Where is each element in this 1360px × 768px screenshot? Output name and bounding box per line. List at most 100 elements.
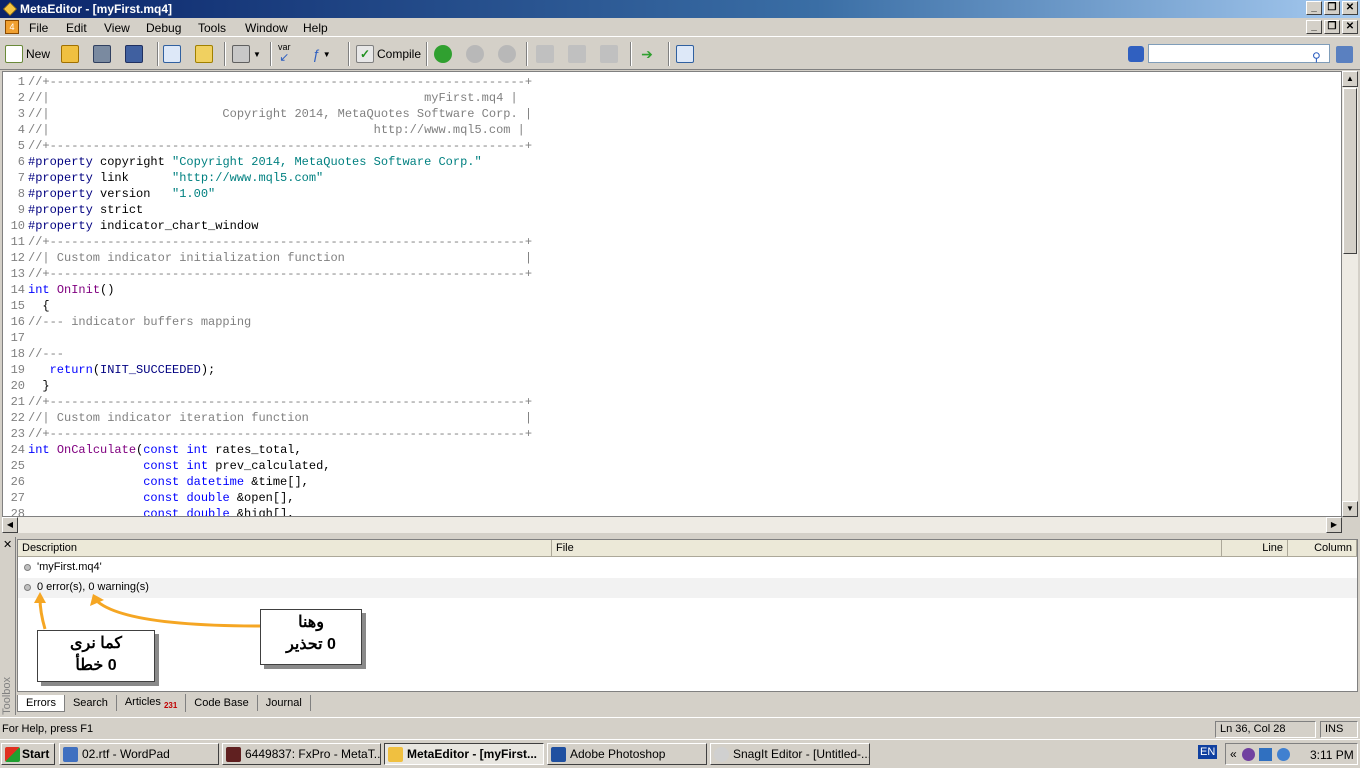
- code-line[interactable]: //+-------------------------------------…: [28, 394, 532, 410]
- code-line[interactable]: //| Custom indicator initialization func…: [28, 250, 532, 266]
- menu-file[interactable]: File: [29, 21, 48, 35]
- horizontal-scrollbar[interactable]: ◀ ▶: [2, 517, 1342, 533]
- column-file[interactable]: File: [552, 540, 1222, 557]
- tab-search[interactable]: Search: [65, 695, 117, 711]
- restore-button[interactable]: ❐: [1324, 1, 1340, 15]
- taskbar-item-snagit[interactable]: SnagIt Editor - [Untitled-...: [710, 743, 870, 765]
- toolbox-close-icon[interactable]: ✕: [3, 538, 12, 551]
- taskbar-item-metatrader[interactable]: 6449837: FxPro - MetaT...: [222, 743, 381, 765]
- menu-help[interactable]: Help: [303, 21, 328, 35]
- code-line[interactable]: const datetime &time[],: [28, 474, 309, 490]
- compile-button[interactable]: ✓ Compile: [356, 43, 421, 65]
- styler-icon[interactable]: [232, 45, 250, 63]
- new-button[interactable]: New: [5, 43, 50, 65]
- start-debug-icon[interactable]: [434, 45, 452, 63]
- document-icon[interactable]: 4: [5, 20, 19, 34]
- code-line[interactable]: //| Copyright 2014, MetaQuotes Software …: [28, 106, 532, 122]
- tab-code-base[interactable]: Code Base: [186, 695, 258, 711]
- taskbar-item-metaeditor[interactable]: MetaEditor - [myFirst...: [384, 743, 544, 765]
- search-input[interactable]: [1148, 44, 1330, 63]
- step-over-icon[interactable]: [568, 45, 586, 63]
- tab-errors[interactable]: Errors: [17, 694, 65, 712]
- minimize-button[interactable]: _: [1306, 1, 1322, 15]
- menu-tools[interactable]: Tools: [198, 21, 226, 35]
- menu-window[interactable]: Window: [245, 21, 288, 35]
- pause-debug-icon[interactable]: [466, 45, 484, 63]
- menu-view[interactable]: View: [104, 21, 130, 35]
- code-line[interactable]: //+-------------------------------------…: [28, 266, 532, 282]
- start-button[interactable]: Start: [1, 743, 55, 765]
- tab-journal[interactable]: Journal: [258, 695, 311, 711]
- code-line[interactable]: //| myFirst.mq4 |: [28, 90, 518, 106]
- status-help-text: For Help, press F1: [2, 723, 94, 735]
- vertical-scrollbar[interactable]: ▲ ▼: [1342, 71, 1358, 517]
- mdi-minimize-button[interactable]: _: [1306, 20, 1322, 34]
- mdi-restore-button[interactable]: ❐: [1324, 20, 1340, 34]
- code-line[interactable]: }: [28, 378, 49, 394]
- viber-icon[interactable]: [1242, 748, 1255, 761]
- mdi-close-button[interactable]: ✕: [1342, 20, 1358, 34]
- dropdown-arrow-icon[interactable]: ▼: [253, 50, 261, 59]
- save-all-icon[interactable]: [125, 45, 143, 63]
- code-line[interactable]: //| Custom indicator iteration function …: [28, 410, 532, 426]
- taskbar-item-photoshop[interactable]: Adobe Photoshop: [547, 743, 707, 765]
- scroll-up-icon[interactable]: ▲: [1342, 71, 1358, 87]
- scroll-right-icon[interactable]: ▶: [1326, 517, 1342, 533]
- start-label: Start: [22, 747, 50, 761]
- code-line[interactable]: //+-------------------------------------…: [28, 138, 532, 154]
- toolbar: New ▼ var ↙ ƒ ▼ ✓ Compile ➔ ⚲: [0, 38, 1360, 70]
- menu-debug[interactable]: Debug: [146, 21, 181, 35]
- taskbar-item-wordpad[interactable]: 02.rtf - WordPad: [59, 743, 219, 765]
- insert-variable-icon[interactable]: ↙: [279, 51, 289, 63]
- code-line[interactable]: //---: [28, 346, 64, 362]
- code-line[interactable]: //--- indicator buffers mapping: [28, 314, 251, 330]
- terminal-icon[interactable]: [676, 45, 694, 63]
- close-button[interactable]: ✕: [1342, 1, 1358, 15]
- code-line[interactable]: #property copyright "Copyright 2014, Met…: [28, 154, 482, 170]
- scroll-left-icon[interactable]: ◀: [2, 517, 18, 533]
- step-out-icon[interactable]: [600, 45, 618, 63]
- code-line[interactable]: return(INIT_SUCCEEDED);: [28, 362, 216, 378]
- step-into-icon[interactable]: [536, 45, 554, 63]
- stop-debug-icon[interactable]: [498, 45, 516, 63]
- code-line[interactable]: {: [28, 298, 49, 314]
- code-line[interactable]: int OnCalculate(const int rates_total,: [28, 442, 302, 458]
- code-line[interactable]: #property version "1.00": [28, 186, 215, 202]
- clock[interactable]: 3:11 PM: [1310, 748, 1354, 762]
- code-editor[interactable]: 1//+------------------------------------…: [2, 71, 1342, 517]
- tray-app-icon[interactable]: [1277, 748, 1290, 761]
- line-number: 13: [10, 267, 25, 281]
- code-line[interactable]: //+-------------------------------------…: [28, 74, 532, 90]
- code-line[interactable]: int OnInit(): [28, 282, 114, 298]
- search-icon[interactable]: ⚲: [1312, 50, 1321, 64]
- community-icon[interactable]: [1336, 45, 1353, 63]
- open-folder-icon[interactable]: [61, 45, 79, 63]
- line-number: 26: [10, 475, 25, 489]
- insert-function-icon[interactable]: ƒ: [312, 46, 320, 62]
- tab-articles[interactable]: Articles 231: [117, 693, 187, 713]
- column-column[interactable]: Column: [1288, 540, 1357, 557]
- line-number: 7: [17, 171, 25, 185]
- code-line[interactable]: //| http://www.mql5.com |: [28, 122, 525, 138]
- settings-gear-icon[interactable]: [1128, 46, 1144, 62]
- network-icon[interactable]: [1259, 748, 1272, 761]
- language-indicator[interactable]: EN: [1198, 745, 1218, 759]
- code-line[interactable]: const double &high[],: [28, 506, 294, 516]
- code-line[interactable]: //+-------------------------------------…: [28, 234, 532, 250]
- menu-edit[interactable]: Edit: [66, 21, 87, 35]
- function-dropdown-icon[interactable]: ▼: [323, 50, 331, 59]
- run-to-cursor-icon[interactable]: ➔: [638, 45, 656, 63]
- code-line[interactable]: #property strict: [28, 202, 143, 218]
- code-line[interactable]: const double &open[],: [28, 490, 294, 506]
- vertical-scroll-thumb[interactable]: [1343, 88, 1357, 254]
- toolbox-icon[interactable]: [195, 45, 213, 63]
- column-line[interactable]: Line: [1222, 540, 1288, 557]
- save-icon[interactable]: [93, 45, 111, 63]
- code-line[interactable]: //+-------------------------------------…: [28, 426, 532, 442]
- scroll-down-icon[interactable]: ▼: [1342, 501, 1358, 517]
- code-line[interactable]: #property link "http://www.mql5.com": [28, 170, 323, 186]
- navigator-icon[interactable]: [163, 45, 181, 63]
- code-line[interactable]: #property indicator_chart_window: [28, 218, 258, 234]
- code-line[interactable]: const int prev_calculated,: [28, 458, 330, 474]
- show-hidden-icons-icon[interactable]: «: [1230, 747, 1237, 761]
